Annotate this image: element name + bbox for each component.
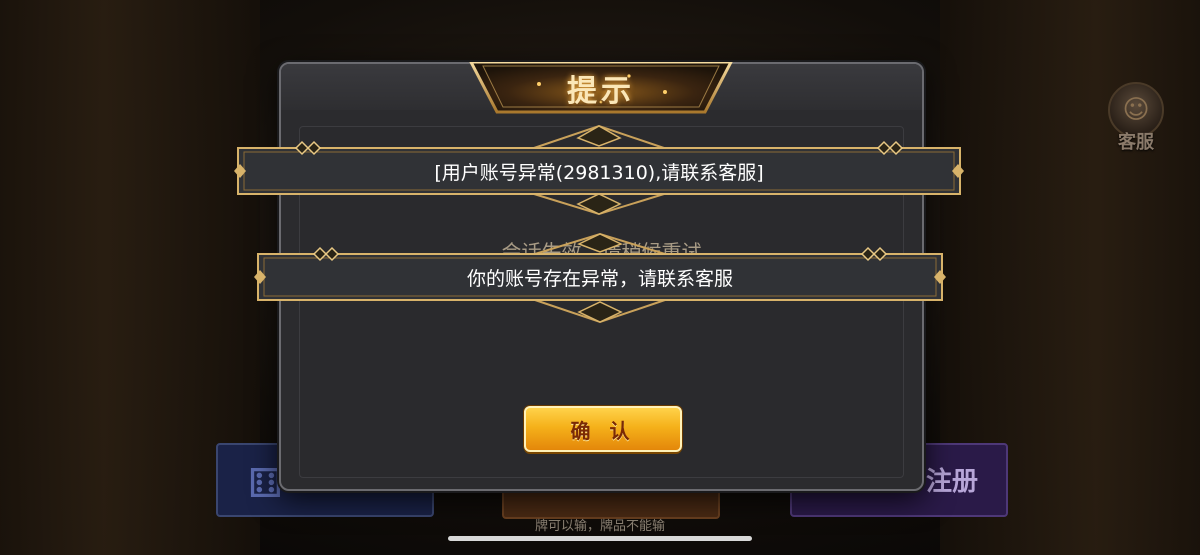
confirm-button-label: 确 认 — [570, 418, 636, 443]
customer-service-label: 客服 — [1118, 132, 1154, 153]
toast-message: [用户账号异常(2981310),请联系客服] — [434, 162, 764, 184]
toast-banner-account-error: [用户账号异常(2981310),请联系客服] — [234, 124, 964, 216]
toast-message: 你的账号存在异常，请联系客服 — [466, 268, 733, 290]
dice-icon: ⚅ — [248, 461, 283, 507]
home-indicator-bar[interactable] — [448, 536, 752, 541]
confirm-button[interactable]: 确 认 — [524, 406, 682, 452]
customer-service-button[interactable]: ☺ 客服 — [1106, 82, 1166, 154]
toast-banner-account-abnormal: 你的账号存在异常，请联系客服 — [254, 232, 946, 324]
dialog-title-plate: 提示 — [468, 60, 734, 114]
slogan-text: 牌可以输，牌品不能输 — [534, 519, 665, 534]
register-label: 注册 — [925, 467, 978, 497]
dialog-title: 提示 — [567, 74, 635, 109]
